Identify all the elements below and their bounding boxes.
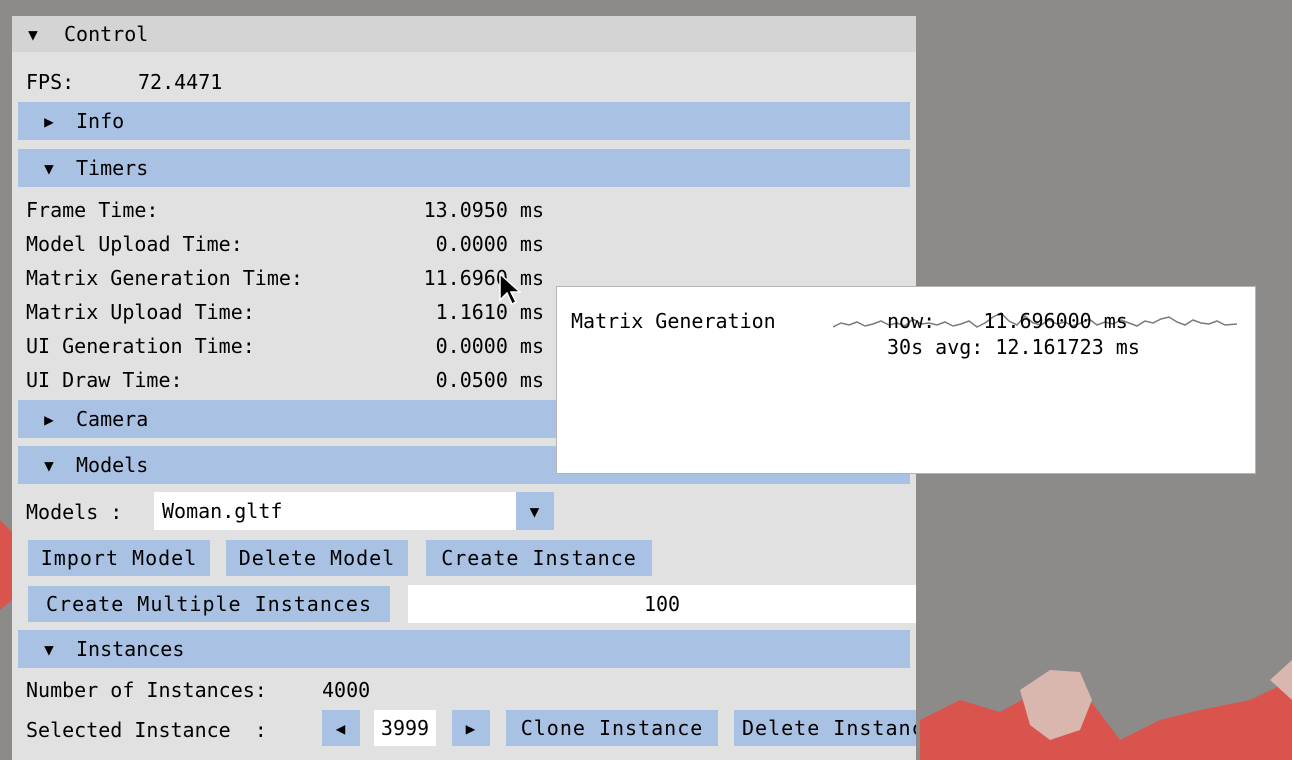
selected-instance-value: 3999 bbox=[380, 716, 430, 740]
collapse-triangle-icon: ▼ bbox=[44, 455, 54, 475]
timer-value-ui-draw: 0.0500 ms bbox=[435, 368, 544, 392]
arrow-left-icon: ◀ bbox=[335, 718, 347, 738]
arrow-right-icon: ▶ bbox=[465, 718, 477, 738]
instances-count-label: Number of Instances: bbox=[26, 678, 267, 702]
models-dropdown[interactable]: Woman.gltf bbox=[154, 492, 516, 530]
section-info-header[interactable]: ▶ Info bbox=[18, 102, 910, 140]
tooltip-avg-line: 30s avg: 12.161723 ms bbox=[887, 335, 1140, 359]
timer-label-matrix-upload: Matrix Upload Time: bbox=[26, 300, 255, 324]
models-dropdown-arrow[interactable]: ▼ bbox=[516, 492, 554, 530]
section-instances-header[interactable]: ▼ Instances bbox=[18, 630, 910, 668]
panel-title-bar[interactable]: ▼ Control bbox=[12, 16, 916, 52]
timer-label-ui-draw: UI Draw Time: bbox=[26, 368, 183, 392]
panel-title: Control bbox=[64, 22, 149, 46]
create-multiple-instances-button[interactable]: Create Multiple Instances bbox=[28, 586, 390, 622]
tooltip-now-line: now: 11.696000 ms bbox=[887, 309, 1128, 333]
models-selected-value: Woman.gltf bbox=[162, 499, 283, 523]
timer-label-matrix-generation: Matrix Generation Time: bbox=[26, 266, 303, 290]
collapse-triangle-icon: ▼ bbox=[44, 639, 54, 659]
multiple-count-input[interactable]: 100 bbox=[408, 585, 916, 623]
fps-value: 72.4471 bbox=[138, 70, 223, 94]
matrix-generation-tooltip: Matrix Generation now: 11.696000 ms 30s … bbox=[556, 286, 1256, 474]
timer-label-frame: Frame Time: bbox=[26, 198, 159, 222]
models-label: Models : bbox=[26, 500, 123, 524]
section-timers-header[interactable]: ▼ Timers bbox=[18, 149, 910, 187]
fps-label: FPS: bbox=[26, 70, 75, 94]
clone-instance-button[interactable]: Clone Instance bbox=[506, 710, 718, 746]
increment-instance-button[interactable]: ▶ bbox=[452, 710, 490, 746]
delete-instance-button[interactable]: Delete Instance bbox=[734, 710, 916, 746]
timer-value-ui-generation: 0.0000 ms bbox=[435, 334, 544, 358]
decrement-instance-button[interactable]: ◀ bbox=[322, 710, 360, 746]
multiple-count-value: 100 bbox=[643, 592, 681, 616]
timer-label-ui-generation: UI Generation Time: bbox=[26, 334, 255, 358]
expand-triangle-icon: ▶ bbox=[44, 111, 54, 131]
mouse-cursor-icon bbox=[499, 272, 522, 306]
collapse-triangle-icon: ▼ bbox=[44, 158, 54, 178]
selected-instance-label: Selected Instance : bbox=[26, 718, 267, 742]
timer-label-model-upload: Model Upload Time: bbox=[26, 232, 243, 256]
timer-value-frame: 13.0950 ms bbox=[423, 198, 544, 222]
selected-instance-input[interactable]: 3999 bbox=[374, 710, 436, 746]
delete-model-button[interactable]: Delete Model bbox=[226, 540, 408, 576]
instances-count-value: 4000 bbox=[322, 678, 371, 702]
import-model-button[interactable]: Import Model bbox=[28, 540, 210, 576]
create-instance-button[interactable]: Create Instance bbox=[426, 540, 652, 576]
collapse-triangle-icon[interactable]: ▼ bbox=[18, 25, 48, 44]
tooltip-title: Matrix Generation bbox=[571, 309, 776, 333]
timer-value-model-upload: 0.0000 ms bbox=[435, 232, 544, 256]
chevron-down-icon: ▼ bbox=[529, 501, 541, 521]
expand-triangle-icon: ▶ bbox=[44, 409, 54, 429]
